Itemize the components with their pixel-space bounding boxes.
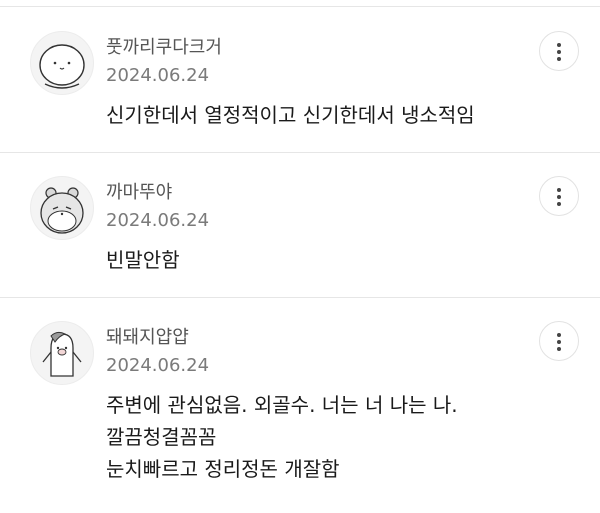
more-vertical-icon	[557, 57, 561, 61]
comment-text: 주변에 관심없음. 외골수. 너는 너 나는 나.	[106, 393, 458, 417]
comment-date: 2024.06.24	[106, 355, 210, 376]
more-options-button[interactable]	[539, 176, 579, 216]
more-vertical-icon	[557, 347, 561, 351]
avatar[interactable]	[30, 176, 94, 240]
more-vertical-icon	[557, 195, 561, 199]
comment-text: 눈치빠르고 정리정돈 개잘함	[106, 457, 340, 481]
hamster-character-icon	[40, 187, 84, 234]
pig-penguin-character-icon	[42, 331, 82, 377]
more-vertical-icon	[557, 202, 561, 206]
comment-divider	[0, 152, 600, 153]
more-options-button[interactable]	[539, 321, 579, 361]
comment-divider	[0, 297, 600, 298]
avatar[interactable]	[30, 321, 94, 385]
more-vertical-icon	[557, 188, 561, 192]
more-vertical-icon	[557, 333, 561, 337]
comment-nickname[interactable]: 까마뚜야	[106, 182, 172, 204]
more-vertical-icon	[557, 50, 561, 54]
top-divider	[0, 6, 600, 7]
round-blob-character-icon	[39, 44, 85, 89]
more-options-button[interactable]	[539, 31, 579, 71]
more-vertical-icon	[557, 43, 561, 47]
comment-nickname[interactable]: 돼돼지얍얍	[106, 327, 189, 349]
comment-text: 깔끔청결꼼꼼	[106, 425, 217, 449]
more-vertical-icon	[557, 340, 561, 344]
comment-nickname[interactable]: 풋까리쿠다크거	[106, 37, 222, 59]
comment-text: 신기한데서 열정적이고 신기한데서 냉소적임	[106, 103, 475, 127]
comment-date: 2024.06.24	[106, 65, 210, 86]
comment-text: 빈말안함	[106, 248, 180, 272]
avatar[interactable]	[30, 31, 94, 95]
comment-date: 2024.06.24	[106, 210, 210, 231]
